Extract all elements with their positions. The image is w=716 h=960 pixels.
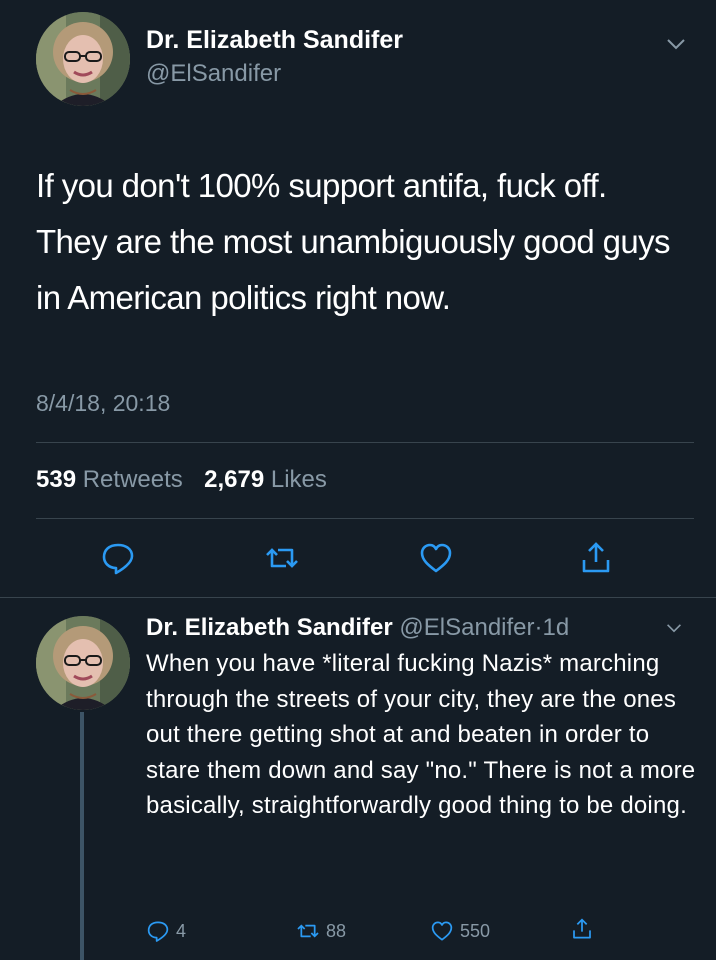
reply-icon	[147, 921, 169, 942]
likes-label: Likes	[270, 466, 327, 493]
like-icon	[431, 921, 453, 941]
divider	[36, 518, 694, 519]
reply-retweet-action[interactable]: 88	[296, 916, 346, 946]
chevron-down-icon[interactable]	[666, 37, 686, 51]
reply-text: When you have *literal fucking Nazis* ma…	[146, 650, 696, 819]
retweets-stat[interactable]: 539 Retweets	[36, 466, 183, 493]
avatar[interactable]	[36, 12, 130, 106]
reply-like-action[interactable]: 550	[430, 916, 490, 946]
reply-reply-action[interactable]: 4	[146, 916, 186, 946]
author-name[interactable]: Dr. Elizabeth Sandifer	[146, 26, 403, 55]
share-icon[interactable]	[578, 540, 614, 576]
tweet-timestamp[interactable]: 8/4/18, 20:18	[36, 390, 170, 417]
reply-share-action[interactable]	[570, 914, 594, 944]
retweets-label: Retweets	[82, 466, 183, 493]
likes-stat[interactable]: 2,679 Likes	[204, 466, 327, 493]
tweet-text: If you don't 100% support antifa, fuck o…	[36, 167, 671, 316]
reply-avatar[interactable]	[36, 616, 130, 710]
retweet-icon[interactable]	[264, 540, 300, 576]
reply-time[interactable]: 1d	[543, 614, 570, 641]
reply-retweet-count: 88	[326, 920, 347, 941]
reply-reply-count: 4	[176, 920, 187, 941]
retweet-icon	[297, 924, 319, 938]
author-handle[interactable]: @ElSandifer	[146, 60, 281, 88]
likes-count: 2,679	[204, 466, 265, 493]
like-icon[interactable]	[418, 540, 454, 576]
share-icon	[573, 918, 591, 939]
reply-time-separator: ·	[534, 614, 543, 641]
reply-like-count: 550	[460, 920, 491, 941]
chevron-down-icon[interactable]	[666, 622, 682, 634]
main-tweet: Dr. Elizabeth Sandifer @ElSandifer If yo…	[0, 0, 716, 597]
reply-header: Dr. Elizabeth Sandifer @ElSandifer·1d	[146, 614, 569, 642]
retweets-count: 539	[36, 466, 77, 493]
tweet-separator	[0, 597, 716, 598]
reply-icon[interactable]	[100, 540, 136, 576]
reply-author-name[interactable]: Dr. Elizabeth Sandifer	[146, 614, 393, 641]
thread-line	[80, 712, 84, 960]
tweet-stats: 539 Retweets 2,679 Likes	[36, 466, 327, 494]
reply-handle[interactable]: @ElSandifer	[399, 614, 534, 641]
divider	[36, 442, 694, 443]
